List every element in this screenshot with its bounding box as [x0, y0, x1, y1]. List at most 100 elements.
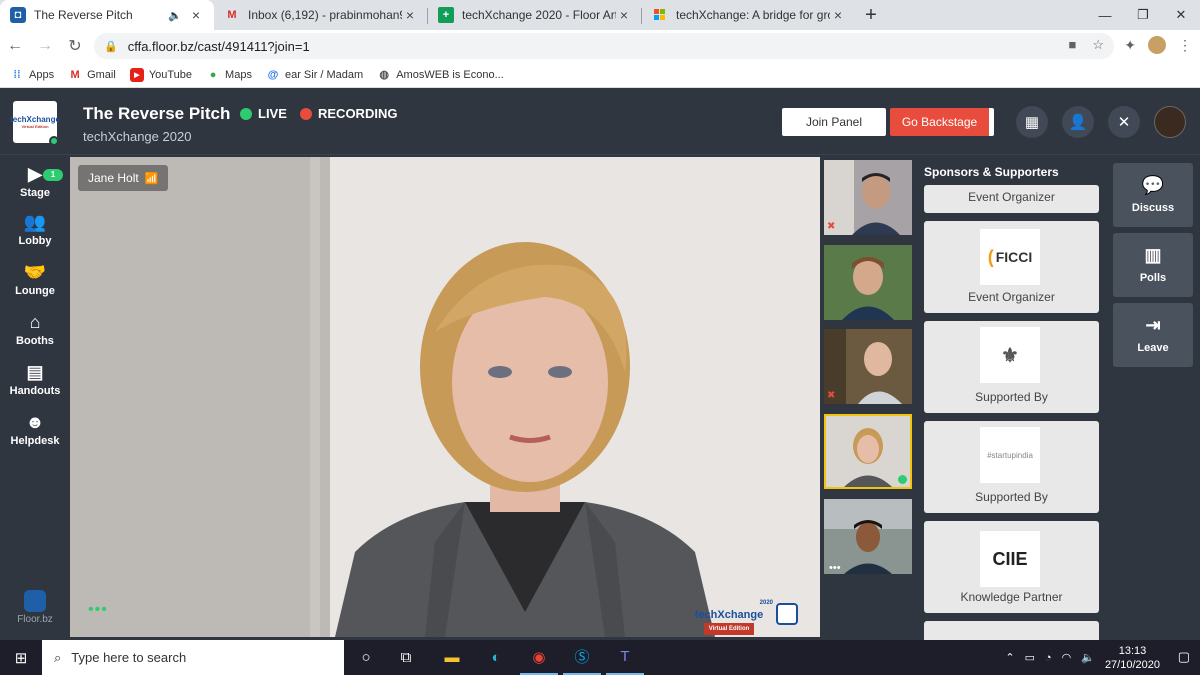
taskbar-search[interactable]: ⌕ Type here to search	[42, 640, 344, 675]
extensions-icon[interactable]: ✦	[1124, 37, 1136, 54]
join-panel-button[interactable]: Join Panel	[782, 108, 886, 136]
tools-icon[interactable]: ✕	[1108, 106, 1140, 138]
skype-icon[interactable]: Ⓢ	[563, 640, 601, 675]
bookmark-dear-sir[interactable]: @ ear Sir / Madam	[266, 68, 364, 82]
participant-thumb[interactable]: ✖	[824, 160, 912, 235]
bookmark-youtube[interactable]: ▶ YouTube	[129, 67, 192, 82]
bookmark-label: AmosWEB is Econo...	[396, 68, 504, 81]
bookmark-maps[interactable]: ● Maps	[206, 68, 252, 82]
discuss-button[interactable]: 💬 Discuss	[1113, 163, 1193, 227]
right-action-panel: 💬 Discuss ▥ Polls ⇥ Leave	[1106, 157, 1200, 640]
sponsor-card[interactable]: (FICCI Event Organizer	[924, 221, 1099, 313]
stage-video[interactable]: Jane Holt 📶 ••• 2020 techXchange Virtual…	[70, 157, 820, 637]
reload-icon[interactable]: ↻	[60, 36, 90, 56]
participant-thumb[interactable]: ✖	[824, 329, 912, 404]
tab-gmail[interactable]: M Inbox (6,192) - prabinmohan99@ ×	[214, 0, 428, 30]
profile-avatar[interactable]	[1148, 36, 1166, 54]
document-icon: ▤	[26, 362, 44, 382]
more-options-icon[interactable]: •••	[88, 601, 108, 619]
bookmark-amosweb[interactable]: ◍ AmosWEB is Econo...	[377, 68, 504, 82]
chat-bubble-icon: 💬	[1141, 175, 1165, 195]
tab-techxchange[interactable]: techXchange: A bridge for growt ×	[642, 0, 856, 30]
robot-icon: ☻	[25, 412, 45, 432]
nav-lobby[interactable]: 👥 Lobby	[0, 212, 70, 247]
event-subtitle: techXchange 2020	[83, 129, 192, 144]
back-icon[interactable]: ←	[0, 37, 30, 55]
volume-icon[interactable]: 🔈	[1081, 651, 1095, 664]
nav-handouts[interactable]: ▤ Handouts	[0, 362, 70, 397]
cortana-icon[interactable]: ○	[347, 640, 385, 675]
sponsor-card[interactable]: Event Organizer	[924, 185, 1099, 213]
url-bar[interactable]: 🔒 cffa.floor.bz/cast/491411?join=1 ■ ☆	[94, 33, 1114, 59]
url-text: cffa.floor.bz/cast/491411?join=1	[127, 38, 310, 54]
nav-stage[interactable]: ▶ Stage 1	[0, 164, 70, 199]
participant-thumb-active[interactable]	[824, 414, 912, 489]
clock[interactable]: 13:13 27/10/2020	[1105, 644, 1160, 672]
clock-date: 27/10/2020	[1104, 658, 1160, 671]
polls-button[interactable]: ▥ Polls	[1113, 233, 1193, 297]
bookmark-gmail[interactable]: M Gmail	[68, 68, 116, 82]
more-options-icon[interactable]: •••	[829, 562, 841, 574]
sponsor-card[interactable]: CIIE Knowledge Partner	[924, 521, 1099, 613]
maximize-button[interactable]: ❐	[1124, 0, 1162, 30]
nav-booths[interactable]: ⌂ Booths	[0, 312, 70, 347]
online-status-dot	[49, 136, 59, 146]
polls-label: Polls	[1139, 272, 1167, 284]
recording-indicator: RECORDING	[300, 106, 397, 121]
record-dot-icon	[300, 107, 312, 120]
add-user-icon[interactable]: 👤	[1062, 106, 1094, 138]
participant-thumbnails: ✖ ✖ •••	[820, 157, 918, 637]
close-icon[interactable]: ×	[616, 7, 632, 23]
discuss-label: Discuss	[1131, 202, 1175, 214]
sponsor-card[interactable]: #startupindia Supported By	[924, 421, 1099, 513]
floorbz-brand[interactable]: Floor.bz	[0, 590, 70, 625]
network-icon[interactable]: ◔	[1045, 652, 1052, 664]
tab-sheets[interactable]: + techXchange 2020 - Floor Artwor ×	[428, 0, 642, 30]
wifi-icon[interactable]: ◠	[1062, 651, 1072, 664]
close-icon[interactable]: ×	[402, 7, 418, 23]
tab-reverse-pitch[interactable]: ◘ The Reverse Pitch 🔈 ×	[0, 0, 214, 30]
leave-button[interactable]: ⇥ Leave	[1113, 303, 1193, 367]
globe-icon: ◍	[379, 69, 389, 81]
task-view-icon[interactable]: ⧉	[387, 640, 425, 675]
notification-icon[interactable]: ▢	[1178, 649, 1190, 665]
sponsor-card[interactable]	[924, 621, 1099, 640]
edge-icon[interactable]: ◐	[477, 640, 515, 675]
user-avatar[interactable]	[1154, 106, 1186, 138]
speaker-name: Jane Holt	[88, 171, 139, 185]
minimize-button[interactable]: —	[1086, 0, 1124, 30]
event-logo[interactable]: techXchange Virtual Edition	[10, 101, 60, 146]
nav-lounge[interactable]: 🤝 Lounge	[0, 262, 70, 297]
speaker-icon[interactable]: 🔈	[168, 9, 182, 22]
camera-blocked-icon[interactable]: ■	[1068, 37, 1076, 53]
menu-icon[interactable]: ⋮	[1178, 37, 1192, 54]
bookmark-apps[interactable]: ⁞⁞ Apps	[10, 68, 54, 82]
file-explorer-icon[interactable]: ▬	[433, 640, 471, 675]
bookmark-label: Gmail	[87, 68, 116, 81]
battery-icon[interactable]: ▭	[1025, 651, 1035, 664]
teams-icon[interactable]: T	[606, 640, 644, 675]
chrome-icon[interactable]: ◉	[520, 640, 558, 675]
nav-helpdesk[interactable]: ☻ Helpdesk	[0, 412, 70, 447]
recording-label: RECORDING	[318, 106, 398, 121]
close-icon[interactable]: ×	[188, 7, 204, 23]
close-icon[interactable]: ×	[830, 7, 846, 23]
go-backstage-button[interactable]: Go Backstage	[890, 108, 994, 136]
new-tab-button[interactable]: +	[856, 0, 886, 30]
forward-icon[interactable]: →	[30, 37, 60, 55]
bookmark-star-icon[interactable]: ☆	[1092, 37, 1104, 53]
speaker-name-tag: Jane Holt 📶	[78, 165, 169, 191]
youtube-icon: ▶	[129, 67, 144, 82]
gmail-icon: M	[70, 68, 80, 81]
maps-pin-icon: ●	[209, 68, 217, 81]
participant-thumb[interactable]	[824, 245, 912, 320]
grid-icon[interactable]: ▦	[1016, 106, 1048, 138]
windows-start-icon[interactable]: ⊞	[0, 640, 42, 675]
system-tray: ⌃ ▭ ◔ ◠ 🔈 13:13 27/10/2020	[1005, 640, 1160, 675]
ciie-logo: CIIE	[980, 531, 1040, 587]
close-window-button[interactable]: ✕	[1162, 0, 1200, 30]
participant-thumb[interactable]: •••	[824, 499, 912, 574]
lock-icon[interactable]: 🔒	[104, 40, 118, 53]
tray-chevron-icon[interactable]: ⌃	[1005, 651, 1014, 664]
sponsor-card[interactable]: ⚜ Supported By	[924, 321, 1099, 413]
